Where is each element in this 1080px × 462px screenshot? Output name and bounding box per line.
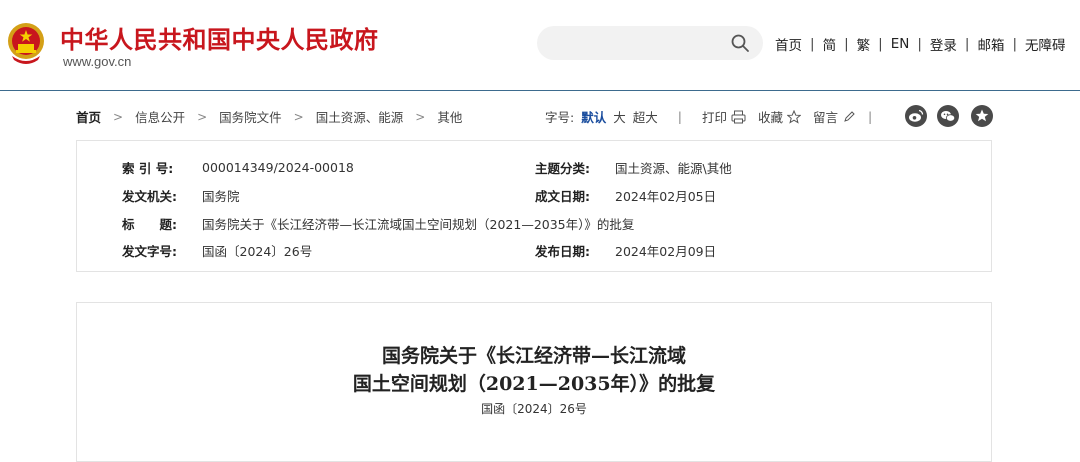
pencil-icon — [844, 110, 855, 122]
site-url[interactable]: www.gov.cn — [63, 54, 131, 69]
favorite-button[interactable]: 收藏 — [758, 107, 802, 126]
meta-created-value: 2024年02月05日 — [615, 189, 717, 204]
chevron-right-icon: > — [415, 109, 426, 124]
meta-title-label: 标 题: — [122, 217, 177, 232]
breadcrumb-info-public[interactable]: 信息公开 — [135, 107, 185, 126]
breadcrumb-state-council-docs[interactable]: 国务院文件 — [219, 107, 282, 126]
chevron-right-icon: > — [197, 109, 208, 124]
meta-docno-value: 国函〔2024〕26号 — [202, 244, 313, 259]
breadcrumb: 首页 > 信息公开 > 国务院文件 > 国土资源、能源 > 其他 — [76, 107, 462, 126]
meta-published-label: 发布日期: — [535, 244, 590, 259]
nav-accessibility[interactable]: 无障碍 — [1025, 34, 1066, 54]
nav-separator: | — [810, 36, 815, 52]
search-icon[interactable] — [730, 33, 750, 53]
meta-issuer: 发文机关: 国务院 — [122, 186, 240, 205]
meta-index-label: 索 引 号: — [122, 161, 174, 176]
wechat-icon[interactable] — [937, 105, 959, 127]
tools-separator: | — [677, 109, 682, 124]
print-label: 打印 — [701, 110, 727, 125]
printer-icon — [731, 110, 746, 123]
nav-english[interactable]: EN — [891, 36, 910, 52]
nav-separator: | — [917, 36, 922, 52]
nav-separator: | — [964, 36, 970, 52]
meta-issuer-label: 发文机关: — [122, 189, 177, 204]
nav-simplified[interactable]: 简 — [823, 34, 837, 54]
search-box — [537, 26, 763, 62]
meta-published: 发布日期: 2024年02月09日 — [535, 241, 716, 260]
chevron-right-icon: > — [293, 109, 304, 124]
nav-mail[interactable]: 邮箱 — [977, 34, 1004, 54]
header-divider — [0, 90, 1080, 91]
article-title-line-2: 国土空间规划（2021—2035年）》的批复 — [352, 373, 716, 395]
weibo-icon[interactable] — [905, 105, 927, 127]
meta-title-value: 国务院关于《长江经济带—长江流域国土空间规划（2021—2035年）》的批复 — [202, 217, 635, 232]
meta-docno: 发文字号: 国函〔2024〕26号 — [122, 241, 312, 260]
page-tools: 字号: 默认 大 超大 | 打印 收藏 留言 | — [545, 107, 892, 126]
document-metadata: 索 引 号: 000014349/2024-00018 主题分类: 国土资源、能… — [76, 140, 992, 272]
national-emblem-icon — [8, 23, 44, 64]
nav-separator: | — [1012, 36, 1018, 52]
meta-created-label: 成文日期: — [535, 189, 590, 204]
meta-title: 标 题: 国务院关于《长江经济带—长江流域国土空间规划（2021—2035年）》… — [122, 214, 634, 233]
search-input[interactable] — [551, 26, 725, 62]
font-size-xlarge[interactable]: 超大 — [633, 107, 658, 126]
tools-separator: | — [868, 109, 873, 124]
chevron-right-icon: > — [113, 109, 124, 124]
star-icon[interactable] — [971, 105, 993, 127]
top-nav: 首页 | 简 | 繁 | EN | 登录 | 邮箱 | 无障碍 — [775, 34, 1066, 54]
meta-index: 索 引 号: 000014349/2024-00018 — [122, 158, 354, 177]
favorite-label: 收藏 — [758, 110, 784, 125]
site-header: 中华人民共和国中央人民政府 www.gov.cn 首页 | 简 | 繁 | EN… — [0, 0, 1080, 90]
meta-index-value: 000014349/2024-00018 — [202, 160, 354, 175]
meta-published-value: 2024年02月09日 — [615, 244, 717, 259]
article-content: 国务院关于《长江经济带—长江流域 国土空间规划（2021—2035年）》的批复 … — [76, 302, 992, 462]
breadcrumb-other[interactable]: 其他 — [437, 107, 462, 126]
meta-category: 主题分类: 国土资源、能源\其他 — [535, 158, 732, 177]
nav-separator: | — [878, 36, 883, 52]
nav-login[interactable]: 登录 — [930, 34, 957, 54]
font-size-default[interactable]: 默认 — [581, 107, 606, 126]
nav-home[interactable]: 首页 — [775, 34, 802, 54]
font-size-label: 字号: — [545, 110, 575, 125]
breadcrumb-land-energy[interactable]: 国土资源、能源 — [316, 107, 404, 126]
meta-docno-label: 发文字号: — [122, 244, 177, 259]
font-size-large[interactable]: 大 — [613, 107, 626, 126]
article-title-line-1: 国务院关于《长江经济带—长江流域 — [381, 345, 686, 367]
nav-traditional[interactable]: 繁 — [857, 34, 871, 54]
meta-created: 成文日期: 2024年02月05日 — [535, 186, 716, 205]
nav-separator: | — [844, 36, 849, 52]
star-outline-icon — [787, 109, 802, 124]
comment-button[interactable]: 留言 — [813, 107, 856, 126]
meta-category-value: 国土资源、能源\其他 — [615, 161, 732, 176]
meta-category-label: 主题分类: — [535, 161, 590, 176]
article-doc-number: 国函〔2024〕26号 — [481, 402, 587, 416]
comment-label: 留言 — [813, 110, 839, 125]
breadcrumb-home[interactable]: 首页 — [76, 107, 101, 126]
meta-issuer-value: 国务院 — [202, 189, 240, 204]
site-title[interactable]: 中华人民共和国中央人民政府 — [60, 20, 379, 55]
print-button[interactable]: 打印 — [702, 107, 746, 126]
